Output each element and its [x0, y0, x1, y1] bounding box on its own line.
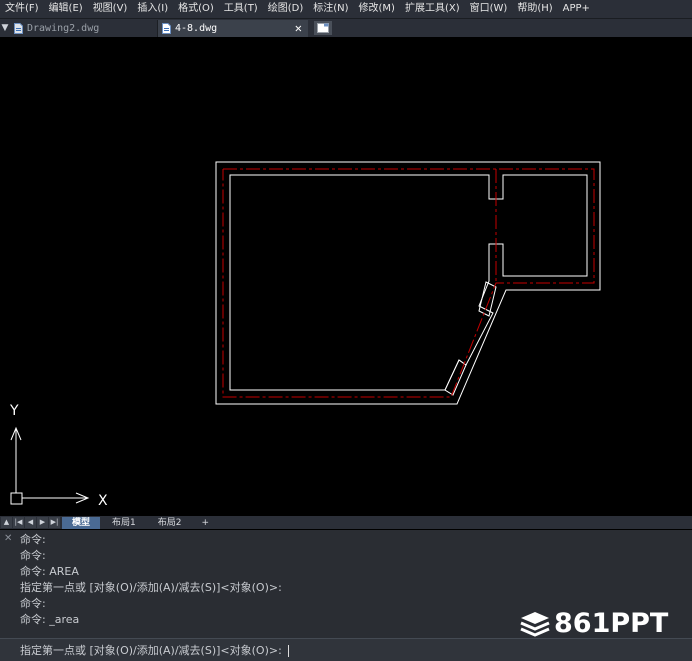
new-tab-button[interactable] [314, 21, 332, 35]
document-tab-bar: ▼ Drawing2.dwg 4-8.dwg ✕ [0, 19, 692, 37]
menu-bar: 文件(F) 编辑(E) 视图(V) 插入(I) 格式(O) 工具(T) 绘图(D… [0, 0, 692, 19]
layout-prev-icon[interactable]: ◀ [25, 517, 36, 528]
layout-next-icon[interactable]: ▶ [37, 517, 48, 528]
tab-layout2[interactable]: 布局2 [148, 517, 192, 529]
layers-logo-icon [520, 611, 550, 637]
history-line: 命令: AREA [20, 565, 79, 578]
command-prompt: 指定第一点或 [对象(O)/添加(A)/减去(S)]<对象(O)>: [20, 644, 282, 657]
tab-drawing2[interactable]: Drawing2.dwg [10, 19, 158, 37]
new-tab-icon [317, 23, 329, 33]
command-input[interactable]: 指定第一点或 [对象(O)/添加(A)/减去(S)]<对象(O)>: [0, 638, 692, 661]
dwg-file-icon [14, 22, 23, 34]
history-line: 命令: _area [20, 613, 80, 626]
add-layout-button[interactable]: + [193, 517, 217, 529]
tab-list-dropdown-icon[interactable]: ▼ [0, 19, 10, 37]
history-line: 指定第一点或 [对象(O)/添加(A)/减去(S)]<对象(O)>: [20, 581, 282, 594]
layout-last-icon[interactable]: ▶| [49, 517, 60, 528]
menu-app-plus[interactable]: APP+ [558, 0, 595, 18]
menu-window[interactable]: 窗口(W) [465, 0, 513, 18]
tab-label: Drawing2.dwg [27, 22, 100, 34]
menu-view[interactable]: 视图(V) [88, 0, 133, 18]
watermark-text: 861PPT [554, 608, 669, 639]
history-line: 命令: [20, 597, 46, 610]
menu-draw[interactable]: 绘图(D) [263, 0, 309, 18]
dwg-file-icon [162, 22, 171, 34]
tab-4-8[interactable]: 4-8.dwg ✕ [158, 19, 308, 37]
diagonal-window-upper [478, 281, 497, 317]
tab-model[interactable]: 模型 [62, 516, 101, 529]
command-window: ✕ 命令: 命令: 命令: AREA 指定第一点或 [对象(O)/添加(A)/减… [0, 530, 692, 661]
menu-insert[interactable]: 插入(I) [132, 0, 173, 18]
watermark-logo: 861PPT [520, 608, 668, 639]
menu-format[interactable]: 格式(O) [173, 0, 219, 18]
menu-file[interactable]: 文件(F) [0, 0, 44, 18]
menu-help[interactable]: 帮助(H) [512, 0, 557, 18]
menu-express-tools[interactable]: 扩展工具(X) [400, 0, 465, 18]
menu-edit[interactable]: 编辑(E) [44, 0, 88, 18]
history-line: 命令: [20, 533, 46, 546]
tab-label: 4-8.dwg [175, 22, 218, 34]
layout-tab-bar: ▲ |◀ ◀ ▶ ▶| 模型 布局1 布局2 + [0, 516, 692, 529]
history-line: 命令: [20, 549, 46, 562]
menu-modify[interactable]: 修改(M) [354, 0, 400, 18]
tab-layout1[interactable]: 布局1 [102, 517, 146, 529]
ucs-icon [10, 426, 90, 505]
ucs-x-label: X [98, 493, 108, 509]
drawing-canvas[interactable]: Y X [0, 37, 692, 515]
close-icon[interactable]: ✕ [295, 21, 302, 35]
menu-tools[interactable]: 工具(T) [219, 0, 263, 18]
layout-scroll-up-icon[interactable]: ▲ [1, 517, 12, 528]
axis-centerline [222, 168, 595, 398]
inner-wall-main-room [229, 174, 588, 391]
menu-dimension[interactable]: 标注(N) [308, 0, 353, 18]
command-history: 命令: 命令: 命令: AREA 指定第一点或 [对象(O)/添加(A)/减去(… [20, 532, 520, 628]
command-window-close-icon[interactable]: ✕ [4, 533, 12, 544]
ucs-y-label: Y [9, 403, 19, 419]
text-caret [287, 645, 289, 657]
layout-first-icon[interactable]: |◀ [13, 517, 24, 528]
